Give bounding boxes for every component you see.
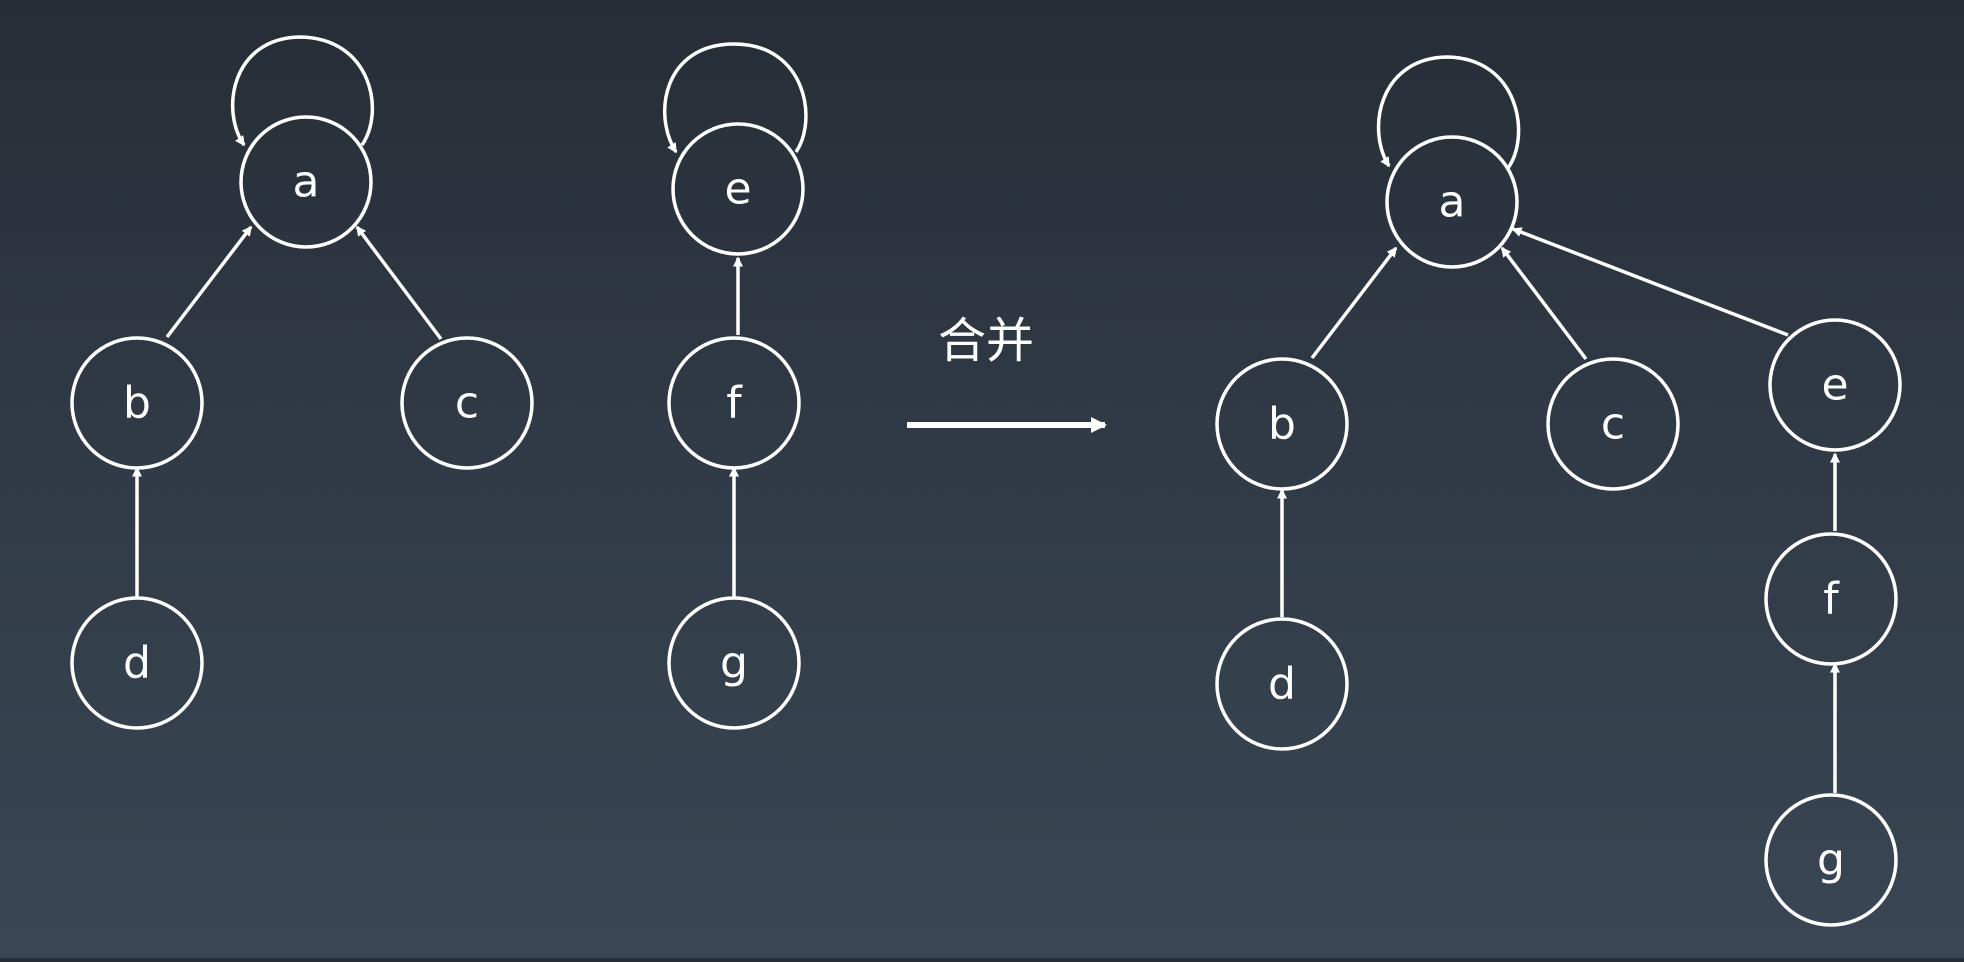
merged-node-c: c bbox=[1546, 357, 1680, 491]
merged-node-d-label: d bbox=[1268, 659, 1296, 710]
node-e: e bbox=[671, 122, 805, 256]
merge-indicator: 合并 bbox=[907, 313, 1107, 433]
node-g: g bbox=[667, 596, 801, 730]
merged-node-c-label: c bbox=[1601, 399, 1625, 450]
merged-node-e-label: e bbox=[1821, 360, 1848, 411]
node-f: f bbox=[667, 336, 801, 470]
tree-1: a b c d bbox=[70, 35, 534, 730]
node-d-label: d bbox=[123, 638, 151, 689]
node-a-label: a bbox=[293, 157, 320, 208]
merged-edge-b-to-a bbox=[1310, 246, 1398, 360]
node-c-label: c bbox=[455, 378, 479, 429]
union-find-merge-diagram: a b c d e f g 合并 a b c e d f g bbox=[0, 0, 1964, 958]
node-g-label: g bbox=[720, 638, 748, 689]
merged-node-b: b bbox=[1215, 357, 1349, 491]
merged-node-a-label: a bbox=[1439, 177, 1466, 228]
merged-node-f: f bbox=[1764, 532, 1898, 666]
node-b: b bbox=[70, 336, 204, 470]
merged-node-g-label: g bbox=[1817, 835, 1845, 886]
merged-self-loop-a bbox=[1376, 55, 1521, 170]
node-a: a bbox=[239, 115, 373, 249]
merged-node-d: d bbox=[1215, 617, 1349, 751]
merged-edge-c-to-a bbox=[1500, 246, 1588, 361]
edge-b-to-a bbox=[165, 225, 253, 339]
node-e-label: e bbox=[724, 164, 751, 215]
merged-node-f-label: f bbox=[1823, 574, 1840, 625]
merged-tree: a b c e d f g bbox=[1215, 55, 1902, 927]
self-loop-a bbox=[230, 35, 375, 147]
merged-node-b-label: b bbox=[1268, 399, 1296, 450]
node-b-label: b bbox=[123, 378, 151, 429]
merged-node-g: g bbox=[1764, 793, 1898, 927]
merged-node-a: a bbox=[1385, 135, 1519, 269]
tree-2: e f g bbox=[663, 42, 808, 730]
self-loop-e bbox=[663, 42, 808, 154]
edge-c-to-a bbox=[355, 225, 443, 341]
merge-label: 合并 bbox=[938, 313, 1034, 369]
merged-node-e: e bbox=[1768, 318, 1902, 452]
node-d: d bbox=[70, 596, 204, 730]
node-f-label: f bbox=[726, 378, 743, 429]
diagram-canvas: a b c d e f g 合并 a b c e d f g bbox=[70, 35, 1902, 927]
node-c: c bbox=[400, 336, 534, 470]
